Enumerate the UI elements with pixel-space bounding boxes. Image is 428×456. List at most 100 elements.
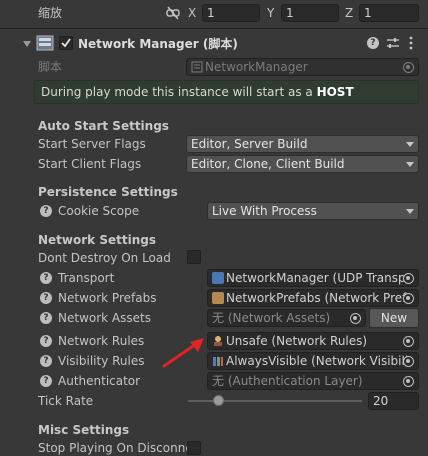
authenticator-value: 无 (Authentication Layer)	[212, 374, 363, 388]
object-picker-icon[interactable]	[403, 376, 414, 387]
transport-row: ? Transport NetworkManager (UDP Transpo	[0, 268, 428, 288]
question-icon[interactable]: ?	[40, 272, 52, 284]
rules-object-icon	[214, 336, 222, 346]
transport-label: Transport	[58, 271, 115, 285]
scale-y-field[interactable]: 1	[281, 4, 339, 22]
chevron-down-icon	[406, 162, 414, 167]
authenticator-label: Authenticator	[58, 374, 141, 388]
question-icon[interactable]: ?	[40, 312, 52, 324]
tick-rate-slider-thumb[interactable]	[212, 395, 224, 406]
annotation-arrow	[162, 338, 204, 368]
network-component-icon	[36, 35, 54, 51]
start-server-dropdown[interactable]: Editor, Server Build	[186, 135, 419, 153]
x-axis-label: X	[188, 6, 197, 20]
prefabs-value: NetworkPrefabs (Network Prefa	[226, 291, 414, 305]
object-picker-icon[interactable]	[350, 313, 361, 324]
visibility-value: AlwaysVisible (Network Visibilit	[226, 354, 413, 368]
new-assets-button[interactable]: New	[369, 308, 419, 328]
checkmark-icon	[61, 38, 71, 48]
question-icon[interactable]: ?	[40, 335, 52, 347]
question-icon[interactable]: ?	[40, 375, 52, 387]
prefabs-field[interactable]: NetworkPrefabs (Network Prefa	[207, 289, 419, 307]
persistence-header: Persistence Settings	[38, 185, 178, 199]
question-icon[interactable]: ?	[367, 37, 379, 49]
stop-playing-checkbox[interactable]	[187, 441, 201, 455]
visibility-field[interactable]: AlwaysVisible (Network Visibilit	[207, 352, 419, 370]
script-row: 脚本 NetworkManager	[0, 57, 428, 77]
transport-value: NetworkManager (UDP Transpo	[226, 271, 413, 285]
prefabs-label: Network Prefabs	[58, 291, 157, 305]
object-picker-icon	[403, 62, 414, 73]
dont-destroy-checkbox[interactable]	[187, 250, 201, 264]
component-divider	[0, 28, 428, 29]
chevron-down-icon	[406, 209, 414, 214]
scale-x-field[interactable]: 1	[202, 4, 260, 22]
start-client-row: Start Client Flags Editor, Clone, Client…	[0, 154, 428, 174]
component-header[interactable]: Network Manager (脚本) ?	[22, 34, 426, 54]
transport-object-icon	[212, 272, 224, 284]
start-server-value: Editor, Server Build	[191, 137, 308, 151]
auto-start-header: Auto Start Settings	[38, 119, 169, 133]
object-picker-icon[interactable]	[403, 273, 414, 284]
scale-row: 缩放 X 1 Y 1 Z 1	[0, 3, 428, 23]
object-picker-icon[interactable]	[403, 336, 414, 347]
kebab-menu-icon[interactable]	[408, 36, 414, 50]
prefabs-row: ? Network Prefabs NetworkPrefabs (Networ…	[0, 288, 428, 308]
foldout-arrow-icon[interactable]	[22, 39, 32, 49]
scale-label: 缩放	[38, 6, 63, 20]
host-mode-label: HOST	[316, 85, 354, 99]
script-value: NetworkManager	[205, 60, 308, 74]
dont-destroy-row: Dont Destroy On Load	[0, 248, 428, 268]
chevron-down-icon	[406, 142, 414, 147]
rules-row: ? Network Rules Unsafe (Network Rules)	[0, 331, 428, 351]
question-icon[interactable]: ?	[40, 205, 52, 217]
prefabs-object-icon	[212, 292, 224, 304]
sliders-icon[interactable]	[386, 37, 400, 50]
unlink-icon[interactable]	[166, 6, 180, 20]
start-server-row: Start Server Flags Editor, Server Build	[0, 134, 428, 154]
question-icon[interactable]: ?	[40, 355, 52, 367]
rules-value: Unsafe (Network Rules)	[226, 334, 368, 348]
stop-playing-label: Stop Playing On Disconne	[38, 441, 193, 455]
rules-label: Network Rules	[58, 334, 145, 348]
cookie-scope-row: ? Cookie Scope Live With Process	[0, 201, 428, 221]
cookie-scope-label: Cookie Scope	[58, 204, 140, 218]
assets-label: Network Assets	[58, 311, 151, 325]
start-client-value: Editor, Clone, Client Build	[191, 157, 345, 171]
info-banner-text: During play mode this instance will star…	[41, 85, 354, 99]
script-label: 脚本	[38, 60, 63, 74]
misc-settings-header: Misc Settings	[38, 423, 130, 437]
component-title: Network Manager (脚本)	[78, 37, 238, 51]
assets-value: 无 (Network Assets)	[212, 311, 331, 325]
start-client-label: Start Client Flags	[38, 157, 142, 171]
cookie-scope-dropdown[interactable]: Live With Process	[207, 202, 419, 220]
visibility-row: ? Visibility Rules AlwaysVisible (Networ…	[0, 351, 428, 371]
start-client-dropdown[interactable]: Editor, Clone, Client Build	[186, 155, 419, 173]
visibility-object-icon	[213, 357, 223, 366]
authenticator-field[interactable]: 无 (Authentication Layer)	[207, 372, 419, 390]
transport-field[interactable]: NetworkManager (UDP Transpo	[207, 269, 419, 287]
script-file-icon	[191, 61, 203, 73]
assets-field[interactable]: 无 (Network Assets)	[207, 309, 366, 327]
stop-playing-row: Stop Playing On Disconne	[0, 438, 428, 456]
scale-z-field[interactable]: 1	[359, 4, 419, 22]
question-icon[interactable]: ?	[40, 292, 52, 304]
rules-field[interactable]: Unsafe (Network Rules)	[207, 332, 419, 350]
component-enabled-checkbox[interactable]	[59, 36, 73, 50]
cookie-scope-value: Live With Process	[212, 204, 317, 218]
object-picker-icon[interactable]	[403, 356, 414, 367]
visibility-label: Visibility Rules	[58, 354, 145, 368]
play-mode-info-banner: During play mode this instance will star…	[34, 80, 419, 104]
y-axis-label: Y	[267, 6, 275, 20]
script-field: NetworkManager	[186, 58, 419, 76]
authenticator-row: ? Authenticator 无 (Authentication Layer)	[0, 371, 428, 391]
tick-rate-label: Tick Rate	[38, 394, 94, 408]
dont-destroy-label: Dont Destroy On Load	[38, 251, 171, 265]
object-picker-icon[interactable]	[403, 293, 414, 304]
network-settings-header: Network Settings	[38, 233, 156, 247]
z-axis-label: Z	[345, 6, 354, 20]
tick-rate-row: Tick Rate 20	[0, 391, 428, 411]
start-server-label: Start Server Flags	[38, 137, 146, 151]
tick-rate-field[interactable]: 20	[368, 392, 419, 410]
assets-row: ? Network Assets 无 (Network Assets) New	[0, 308, 428, 328]
